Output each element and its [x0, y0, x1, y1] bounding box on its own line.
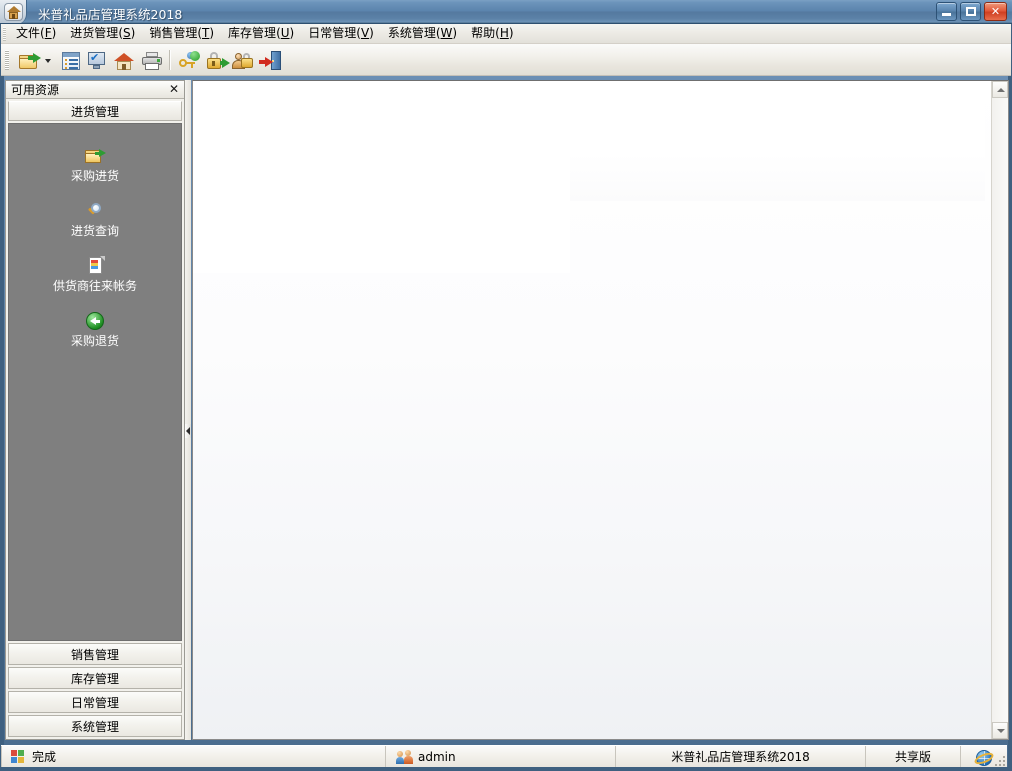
toolbar: ✔	[1, 44, 1011, 76]
chevron-down-glyph	[45, 58, 51, 63]
status-product-name: 米普礼品店管理系统2018	[671, 750, 810, 764]
key-user-icon[interactable]	[175, 47, 201, 73]
open-folder-glyph	[18, 50, 41, 72]
sidebar-group-system[interactable]: 系统管理	[8, 715, 182, 737]
sidebar-title: 可用资源	[11, 83, 60, 97]
chevron-down-icon[interactable]	[42, 47, 54, 73]
status-cell-user: admin	[386, 746, 616, 767]
key-user-glyph	[178, 50, 200, 72]
users-icon	[396, 749, 413, 765]
list-view-glyph	[60, 50, 82, 72]
lock-export-icon[interactable]	[202, 47, 230, 73]
sidebar-group-daily[interactable]: 日常管理	[8, 691, 182, 713]
menu-item-inventory[interactable]: 库存管理(U)	[221, 24, 301, 43]
sidebar-item-purchase-query[interactable]: 进货查询	[9, 201, 181, 238]
menu-item-daily[interactable]: 日常管理(V)	[301, 24, 381, 43]
document-account-icon	[85, 256, 105, 276]
close-icon: ✕	[990, 5, 1001, 18]
home-icon[interactable]	[111, 47, 137, 73]
list-view-icon[interactable]	[57, 47, 83, 73]
sidebar-group-inventory[interactable]: 库存管理	[8, 667, 182, 689]
window-title: 米普礼品店管理系统2018	[38, 7, 183, 22]
exit-door-glyph	[259, 50, 281, 72]
sidebar-group-purchase[interactable]: 进货管理	[8, 101, 182, 121]
computer-check-icon[interactable]: ✔	[84, 47, 110, 73]
user-lock-icon[interactable]	[229, 47, 255, 73]
minimize-button[interactable]	[936, 2, 957, 21]
vertical-scrollbar[interactable]	[991, 81, 1008, 739]
status-text: 完成	[32, 750, 57, 764]
toolbar-grip[interactable]	[5, 49, 9, 70]
maximize-icon	[966, 7, 976, 16]
print-glyph	[141, 50, 163, 72]
collapse-arrow-glyph	[186, 427, 190, 435]
resource-sidebar: 可用资源 ✕ 进货管理 采购进货 进货查询 供货商往来帐务 采购退货 销售管理 …	[5, 80, 185, 740]
close-icon[interactable]: ✕	[167, 82, 181, 97]
sidebar-item-purchase-return[interactable]: 采购退货	[9, 311, 181, 348]
scroll-up-glyph	[997, 88, 1005, 92]
lock-export-glyph	[205, 50, 230, 72]
menu-item-system[interactable]: 系统管理(W)	[381, 24, 464, 43]
green-back-arrow-icon	[85, 311, 105, 331]
close-button[interactable]: ✕	[984, 2, 1007, 21]
scroll-down-glyph	[997, 729, 1005, 733]
sidebar-item-label: 进货查询	[70, 224, 119, 238]
menu-bar: 文件(F) 进货管理(S) 销售管理(T) 库存管理(U) 日常管理(V) 系统…	[1, 24, 1011, 44]
user-lock-glyph	[232, 50, 254, 72]
home-glyph	[114, 50, 136, 72]
sidebar-splitter[interactable]	[185, 80, 191, 740]
scroll-up-arrow-icon[interactable]	[992, 81, 1008, 98]
title-bar[interactable]: 米普礼品店管理系统2018 ✕	[0, 0, 1012, 24]
mdi-client-area	[192, 80, 1009, 740]
collapse-left-arrow-icon[interactable]	[185, 424, 191, 438]
status-cell-edition: 共享版	[866, 746, 961, 767]
folder-import-icon	[85, 146, 106, 166]
toolbar-separator	[169, 49, 171, 70]
menu-item-purchase[interactable]: 进货管理(S)	[63, 24, 142, 43]
windows-flag-icon	[10, 749, 26, 765]
status-user-name: admin	[418, 749, 456, 764]
sidebar-item-label: 采购进货	[70, 169, 119, 183]
title-bar-icon-cap	[0, 0, 27, 23]
sidebar-group-sales[interactable]: 销售管理	[8, 643, 182, 665]
menu-item-sales[interactable]: 销售管理(T)	[142, 24, 221, 43]
menu-item-file[interactable]: 文件(F)	[9, 24, 63, 43]
magnifier-icon	[85, 201, 105, 221]
client-surface-panel	[193, 201, 570, 273]
menu-item-help[interactable]: 帮助(H)	[464, 24, 520, 43]
scrollbar-track[interactable]	[992, 98, 1008, 722]
sidebar-item-label: 采购退货	[70, 334, 119, 348]
scroll-down-arrow-icon[interactable]	[992, 722, 1008, 739]
sidebar-item-label: 供货商往来帐务	[52, 279, 137, 293]
exit-door-icon[interactable]	[256, 47, 282, 73]
print-icon[interactable]	[138, 47, 164, 73]
status-bar: 完成 admin 米普礼品店管理系统2018 共享版	[1, 745, 1007, 767]
application-window: 米普礼品店管理系统2018 ✕ 文件(F) 进货管理(S) 销售管理(T) 库存…	[0, 0, 1012, 771]
open-folder-icon[interactable]	[15, 47, 41, 73]
home-icon-door	[12, 14, 15, 19]
status-cell-product: 米普礼品店管理系统2018	[616, 746, 866, 767]
maximize-button[interactable]	[960, 2, 981, 21]
sidebar-caption-bar: 可用资源 ✕	[6, 81, 184, 99]
window-controls: ✕	[936, 2, 1007, 21]
sidebar-item-purchase-in[interactable]: 采购进货	[9, 146, 181, 183]
status-edition: 共享版	[894, 750, 931, 764]
globe-icon[interactable]	[973, 749, 995, 766]
resize-grip[interactable]	[993, 754, 1005, 766]
sidebar-item-supplier-account[interactable]: 供货商往来帐务	[9, 256, 181, 293]
sidebar-group-content: 采购进货 进货查询 供货商往来帐务 采购退货	[8, 123, 182, 641]
status-cell-state: 完成	[1, 746, 386, 767]
computer-check-glyph: ✔	[87, 50, 109, 72]
minimize-icon	[942, 13, 951, 16]
home-icon[interactable]	[4, 3, 23, 21]
